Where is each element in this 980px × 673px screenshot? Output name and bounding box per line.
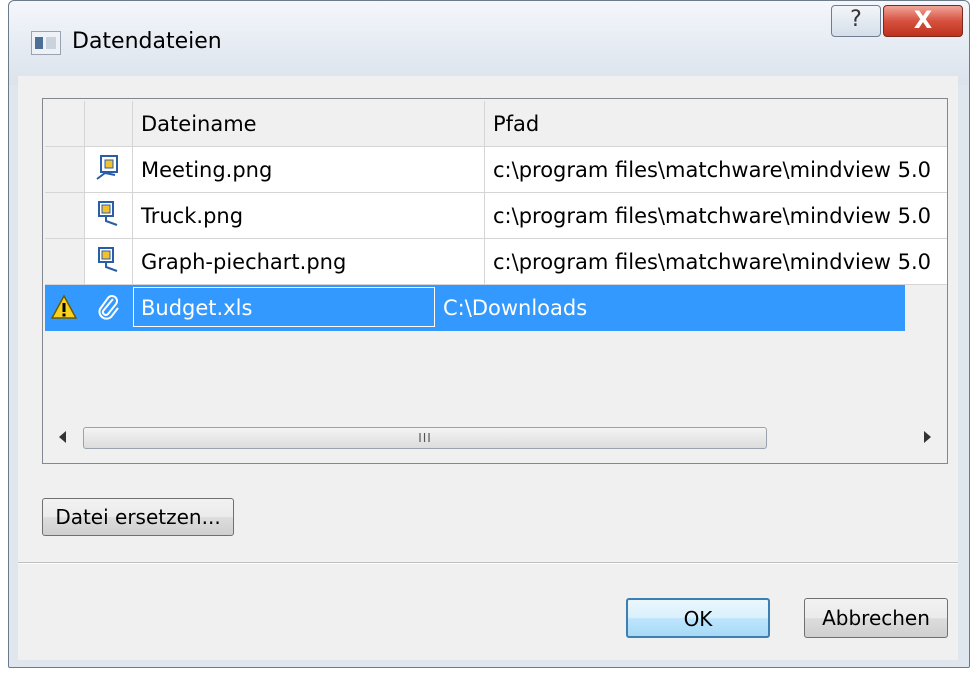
- cancel-button[interactable]: Abbrechen: [804, 598, 948, 638]
- row-filename: Truck.png: [133, 193, 485, 239]
- row-filename: Graph-piechart.png: [133, 239, 485, 285]
- header-filename[interactable]: Dateiname: [133, 101, 485, 147]
- help-button[interactable]: ?: [831, 5, 881, 37]
- image-file-icon: [98, 247, 118, 272]
- row-type: [85, 285, 133, 331]
- row-status: [45, 147, 85, 193]
- ok-button[interactable]: OK: [626, 598, 770, 638]
- table-row-selected[interactable]: Budget.xls C:\Downloads: [45, 285, 947, 331]
- scroll-thumb[interactable]: III: [83, 427, 767, 449]
- scroll-left-icon[interactable]: [59, 431, 66, 443]
- warning-icon: [51, 295, 77, 319]
- row-type: [85, 239, 133, 285]
- footer-divider: [18, 562, 958, 564]
- row-status: [45, 285, 85, 331]
- scroll-right-icon[interactable]: [924, 431, 931, 443]
- row-type: [85, 193, 133, 239]
- row-filename: Meeting.png: [133, 147, 485, 193]
- image-file-icon: [96, 155, 118, 180]
- window-app-icon: [31, 31, 61, 55]
- data-files-grid[interactable]: Dateiname Pfad Meeting.png c:\program fi…: [42, 98, 948, 464]
- horizontal-scrollbar[interactable]: III: [45, 423, 945, 457]
- row-path: c:\program files\matchware\mindview 5.0: [485, 239, 947, 285]
- table-row[interactable]: Graph-piechart.png c:\program files\matc…: [45, 239, 947, 285]
- header-path[interactable]: Pfad: [485, 101, 947, 147]
- close-button[interactable]: X: [883, 5, 963, 37]
- table-row[interactable]: Truck.png c:\program files\matchware\min…: [45, 193, 947, 239]
- grid-header-row: Dateiname Pfad: [45, 101, 947, 147]
- filename-edit-box[interactable]: [133, 287, 435, 327]
- row-path: C:\Downloads: [435, 285, 905, 331]
- row-status: [45, 239, 85, 285]
- row-path: c:\program files\matchware\mindview 5.0: [485, 193, 947, 239]
- header-status: [45, 101, 85, 147]
- image-file-icon: [98, 201, 118, 226]
- row-path: c:\program files\matchware\mindview 5.0: [485, 147, 947, 193]
- row-status: [45, 193, 85, 239]
- header-type: [85, 101, 133, 147]
- window-title: Datendateien: [72, 29, 222, 54]
- row-filename: Budget.xls: [133, 285, 485, 331]
- paperclip-icon: [98, 295, 119, 320]
- title-bar[interactable]: Datendateien ? X: [9, 1, 969, 85]
- replace-file-button[interactable]: Datei ersetzen...: [42, 498, 234, 536]
- row-type: [85, 147, 133, 193]
- table-row[interactable]: Meeting.png c:\program files\matchware\m…: [45, 147, 947, 193]
